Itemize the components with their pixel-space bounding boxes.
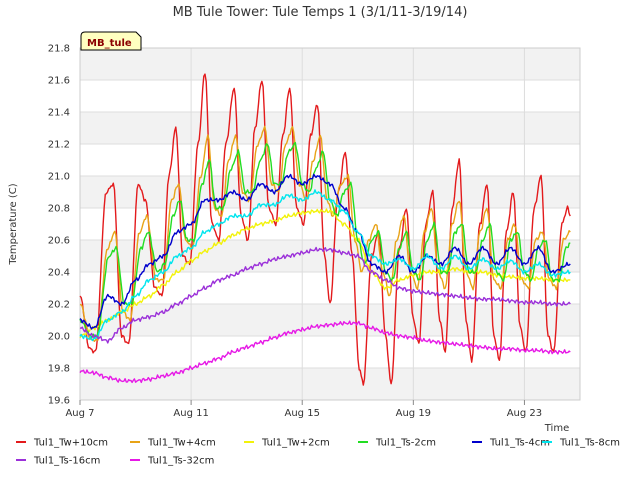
plot-band [80, 336, 580, 368]
plot-band [80, 208, 580, 240]
plot-band [80, 144, 580, 176]
legend-item: Tul1_Ts-16cm [16, 456, 100, 467]
legend-item: Tul1_Tw+4cm [130, 438, 216, 449]
plot-band [80, 176, 580, 208]
x-tick-label: Aug 11 [173, 408, 208, 419]
x-axis-corner-label: Time [544, 423, 569, 434]
y-tick-label: 19.8 [48, 364, 70, 375]
legend-item: Tul1_Ts-4cm [472, 438, 550, 449]
legend-label: Tul1_Tw+2cm [261, 438, 330, 449]
legend-item: Tul1_Ts-32cm [130, 456, 214, 467]
y-tick-label: 21.8 [48, 44, 70, 55]
plot-background [80, 48, 580, 400]
legend-label: Tul1_Tw+4cm [147, 438, 216, 449]
x-tick-label: Aug 15 [285, 408, 320, 419]
y-tick-label: 20.4 [48, 268, 70, 279]
plot-band [80, 80, 580, 112]
legend-item: Tul1_Tw+2cm [244, 438, 330, 449]
plot-band [80, 368, 580, 400]
legend: Tul1_Tw+10cm Tul1_Tw+4cm Tul1_Tw+2cm Tul1_T… [16, 438, 620, 467]
plot-band [80, 48, 580, 80]
x-axis-ticks: Aug 7 Aug 11 Aug 15 Aug 19 Aug 23 [65, 400, 542, 419]
y-tick-label: 19.6 [48, 396, 70, 407]
y-axis-label: Temperature (C) [8, 183, 19, 265]
x-tick-label: Aug 19 [396, 408, 431, 419]
legend-label: Tul1_Ts-16cm [33, 456, 100, 467]
legend-label: Tul1_Tw+10cm [33, 438, 108, 449]
y-tick-label: 21.4 [48, 108, 70, 119]
y-tick-label: 21.0 [48, 172, 70, 183]
station-label: MB_tule [87, 38, 132, 49]
legend-label: Tul1_Ts-8cm [559, 438, 620, 449]
y-tick-label: 20.8 [48, 204, 70, 215]
legend-item: Tul1_Ts-8cm [542, 438, 620, 449]
y-tick-label: 21.6 [48, 76, 70, 87]
chart-figure: MB Tule Tower: Tule Temps 1 (3/1/11-3/19… [8, 5, 620, 467]
station-tag: MB_tule [80, 31, 142, 51]
legend-label: Tul1_Ts-4cm [489, 438, 550, 449]
x-tick-label: Aug 23 [507, 408, 542, 419]
legend-item: Tul1_Tw+10cm [16, 438, 108, 449]
y-tick-label: 20.0 [48, 332, 70, 343]
y-tick-label: 20.6 [48, 236, 70, 247]
y-tick-label: 21.2 [48, 140, 70, 151]
y-tick-label: 20.2 [48, 300, 70, 311]
legend-label: Tul1_Ts-32cm [147, 456, 214, 467]
y-axis-ticks: 19.6 19.8 20.0 20.2 20.4 20.6 20.8 21.0 21.2 21.4… [48, 44, 70, 407]
legend-item: Tul1_Ts-2cm [358, 438, 436, 449]
chart-title: MB Tule Tower: Tule Temps 1 (3/1/11-3/19… [173, 5, 468, 20]
legend-label: Tul1_Ts-2cm [375, 438, 436, 449]
plot-band [80, 112, 580, 144]
x-tick-label: Aug 7 [65, 408, 94, 419]
plot-band [80, 304, 580, 336]
